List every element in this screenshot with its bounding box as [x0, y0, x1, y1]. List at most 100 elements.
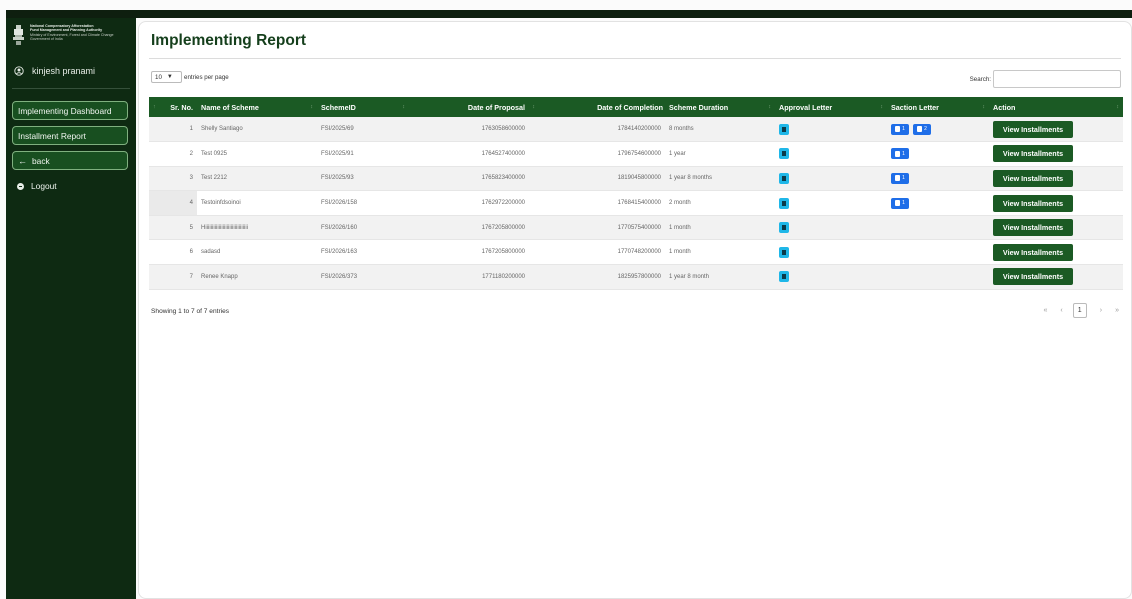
- col-approval-label: Approval Letter: [779, 102, 833, 112]
- col-date-of-completion[interactable]: Date of Completion: [539, 97, 665, 117]
- nav-implementing-dashboard[interactable]: Implementing Dashboard: [12, 101, 128, 120]
- cell-scheme-id: FSI/2025/93: [317, 166, 409, 192]
- col-approval-letter[interactable]: Approval Letter ↕: [775, 97, 887, 117]
- approval-document-icon[interactable]: [779, 197, 789, 209]
- col-name-of-scheme[interactable]: Name of Scheme ↕: [197, 97, 317, 117]
- col-saction-label: Saction Letter: [891, 102, 939, 112]
- table-info: Showing 1 to 7 of 7 entries: [151, 308, 230, 315]
- sort-icon: ↕: [402, 104, 405, 110]
- cell-scheme-duration: 1 month: [665, 215, 775, 241]
- document-icon: [895, 200, 901, 207]
- col-sr-no[interactable]: ↑ Sr. No.: [149, 97, 197, 117]
- saction-document-button[interactable]: 1: [891, 123, 909, 135]
- saction-document-number: 1: [902, 126, 905, 133]
- approval-document-icon[interactable]: [779, 246, 789, 258]
- cell-saction-letter: [887, 215, 989, 241]
- cell-scheme-id: FSI/2025/69: [317, 117, 409, 143]
- table-row: 6 sadasd FSI/2026/163 1767205800000 17707482…: [149, 239, 1123, 266]
- saction-document-button[interactable]: 1: [891, 197, 909, 209]
- cell-date-of-completion: 1784140200000: [539, 117, 665, 143]
- col-sr-no-label: Sr. No.: [170, 102, 193, 112]
- cell-date-of-completion: 1819045800000: [539, 166, 665, 192]
- cell-scheme-name: sadasd: [197, 239, 317, 266]
- cell-scheme-id: FSI/2026/158: [317, 190, 409, 216]
- back-button[interactable]: ← back: [12, 151, 128, 170]
- cell-sr-no: 4: [149, 190, 197, 216]
- page-next-button[interactable]: ›: [1100, 307, 1102, 314]
- cell-date-of-proposal: 1764527400000: [409, 141, 539, 167]
- cell-saction-letter: 12: [887, 117, 989, 143]
- col-date-of-proposal[interactable]: Date of Proposal ↕: [409, 97, 539, 117]
- approval-document-icon[interactable]: [779, 172, 789, 184]
- saction-document-button[interactable]: 1: [891, 148, 909, 160]
- cell-scheme-duration: 8 months: [665, 117, 775, 143]
- cell-sr-no: 3: [149, 166, 197, 192]
- cell-scheme-name: Test 0925: [197, 141, 317, 167]
- cell-saction-letter: [887, 239, 989, 266]
- table-row: 2 Test 0925 FSI/2025/91 1764527400000 179675…: [149, 141, 1123, 167]
- view-installments-button[interactable]: View Installments: [993, 194, 1073, 212]
- view-installments-button[interactable]: View Installments: [993, 243, 1073, 261]
- user-name: kinjesh pranami: [32, 66, 96, 76]
- logout-icon: [17, 182, 24, 190]
- page-first-button[interactable]: «: [1044, 307, 1048, 314]
- title-divider: [149, 58, 1121, 59]
- view-installments-button[interactable]: View Installments: [993, 169, 1073, 187]
- logout-link[interactable]: Logout: [6, 170, 136, 191]
- pagination: « ‹ 1 › »: [1031, 303, 1119, 318]
- view-installments-button[interactable]: View Installments: [993, 120, 1073, 138]
- view-installments-button[interactable]: View Installments: [993, 268, 1073, 286]
- col-action[interactable]: Action ↕: [989, 97, 1123, 117]
- approval-document-icon[interactable]: [779, 123, 789, 135]
- cell-action: View Installments: [989, 117, 1123, 143]
- table-body: 1 Shelly Santiago FSI/2025/69 1763058600000…: [149, 117, 1123, 290]
- table-row: 7 Renee Knapp FSI/2026/373 1771180200000 182…: [149, 264, 1123, 290]
- document-icon: [895, 150, 901, 157]
- cell-scheme-name: Hiiiiiiiiiiiiiiiiiiiiiiiiiiiiiiii: [197, 215, 317, 241]
- cell-scheme-id: FSI/2026/373: [317, 264, 409, 290]
- approval-document-icon[interactable]: [779, 271, 789, 283]
- entries-per-page-select[interactable]: 10 ▼: [151, 71, 182, 83]
- cell-action: View Installments: [989, 166, 1123, 192]
- cell-date-of-completion: 1770748200000: [539, 239, 665, 266]
- cell-scheme-id: FSI/2026/163: [317, 239, 409, 266]
- page-prev-button[interactable]: ‹: [1060, 307, 1062, 314]
- cell-date-of-completion: 1825957800000: [539, 264, 665, 290]
- col-saction-letter[interactable]: Saction Letter ↕: [887, 97, 989, 117]
- sidebar: National Compensatory Afforestation Fund…: [6, 18, 136, 599]
- view-installments-button[interactable]: View Installments: [993, 219, 1073, 237]
- col-scheme-id[interactable]: SchemeID ↕: [317, 97, 409, 117]
- cell-date-of-proposal: 1767205800000: [409, 239, 539, 266]
- col-scheme-duration[interactable]: Scheme Duration ↕: [665, 97, 775, 117]
- cell-saction-letter: [887, 264, 989, 290]
- cell-approval-letter: [775, 141, 887, 167]
- page-title: Implementing Report: [151, 32, 307, 49]
- page-current-button[interactable]: 1: [1072, 303, 1087, 318]
- cell-sr-no: 5: [149, 215, 197, 241]
- cell-scheme-name: Testoinfdsoinoi: [197, 190, 317, 216]
- cell-action: View Installments: [989, 190, 1123, 216]
- page-last-button[interactable]: »: [1115, 307, 1119, 314]
- cell-date-of-proposal: 1763058600000: [409, 117, 539, 143]
- nav-installment-report[interactable]: Installment Report: [12, 126, 128, 145]
- sort-icon: ↕: [1116, 104, 1119, 110]
- approval-document-icon[interactable]: [779, 222, 789, 234]
- approval-document-icon[interactable]: [779, 148, 789, 160]
- content-panel: Implementing Report 10 ▼ entries per pag…: [138, 21, 1132, 599]
- cell-scheme-duration: 1 month: [665, 239, 775, 266]
- document-icon: [895, 175, 901, 182]
- view-installments-button[interactable]: View Installments: [993, 145, 1073, 163]
- cell-approval-letter: [775, 215, 887, 241]
- brand-text: National Compensatory Afforestation Fund…: [30, 24, 114, 41]
- cell-approval-letter: [775, 166, 887, 192]
- table-row: 3 Test 2212 FSI/2025/93 1765823400000 181904…: [149, 166, 1123, 192]
- search-input[interactable]: [993, 70, 1121, 88]
- cell-scheme-name: Shelly Santiago: [197, 117, 317, 143]
- cell-approval-letter: [775, 117, 887, 143]
- report-table: ↑ Sr. No. Name of Scheme ↕ SchemeID ↕ Date …: [149, 97, 1123, 290]
- saction-document-button[interactable]: 1: [891, 172, 909, 184]
- saction-document-button[interactable]: 2: [913, 123, 931, 135]
- nav-installment-label: Installment Report: [18, 130, 86, 141]
- cell-saction-letter: 1: [887, 166, 989, 192]
- search: Search:: [970, 70, 1121, 88]
